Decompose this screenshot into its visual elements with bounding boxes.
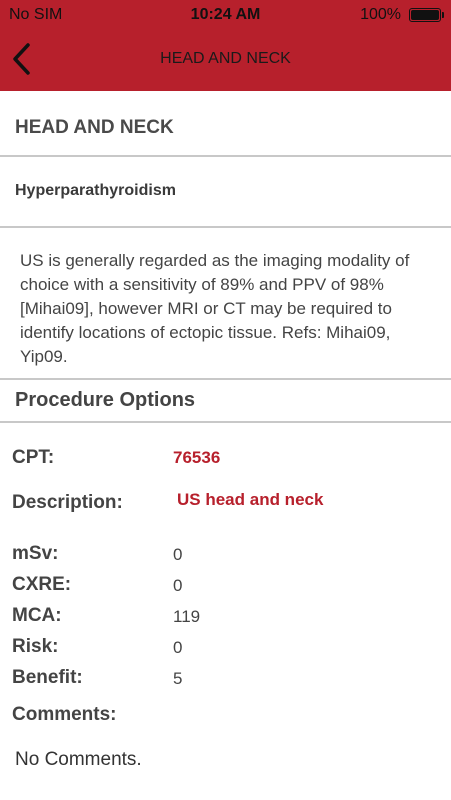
divider bbox=[0, 155, 451, 157]
app-header: No SIM 10:24 AM 100% HEAD AND NECK bbox=[0, 0, 451, 91]
status-bar: No SIM 10:24 AM 100% bbox=[0, 0, 451, 30]
cpt-label: CPT: bbox=[12, 447, 55, 468]
divider bbox=[0, 378, 451, 380]
mca-value: 119 bbox=[173, 607, 201, 626]
nav-title: HEAD AND NECK bbox=[160, 50, 291, 67]
comments-label: Comments: bbox=[12, 704, 117, 725]
description-value: US head and neck bbox=[177, 490, 324, 509]
msv-value: 0 bbox=[173, 545, 183, 564]
mca-label: MCA: bbox=[12, 605, 62, 626]
msv-label: mSv: bbox=[12, 543, 59, 564]
divider bbox=[0, 226, 451, 228]
cxre-label: CXRE: bbox=[12, 574, 72, 595]
risk-label: Risk: bbox=[12, 636, 59, 657]
section-title: HEAD AND NECK bbox=[15, 117, 174, 138]
condition-title: Hyperparathyroidism bbox=[15, 182, 176, 199]
cpt-value: 76536 bbox=[173, 448, 221, 467]
procedure-options-title: Procedure Options bbox=[15, 389, 196, 411]
divider bbox=[0, 421, 451, 423]
condition-description: US is generally regarded as the imaging … bbox=[20, 251, 410, 366]
risk-value: 0 bbox=[173, 638, 183, 657]
battery-icon bbox=[409, 8, 444, 22]
cxre-value: 0 bbox=[173, 576, 183, 595]
comments-value: No Comments. bbox=[15, 749, 142, 770]
benefit-value: 5 bbox=[173, 669, 183, 688]
benefit-label: Benefit: bbox=[12, 667, 83, 688]
description-label: Description: bbox=[12, 492, 123, 513]
battery-percent: 100% bbox=[360, 6, 401, 23]
